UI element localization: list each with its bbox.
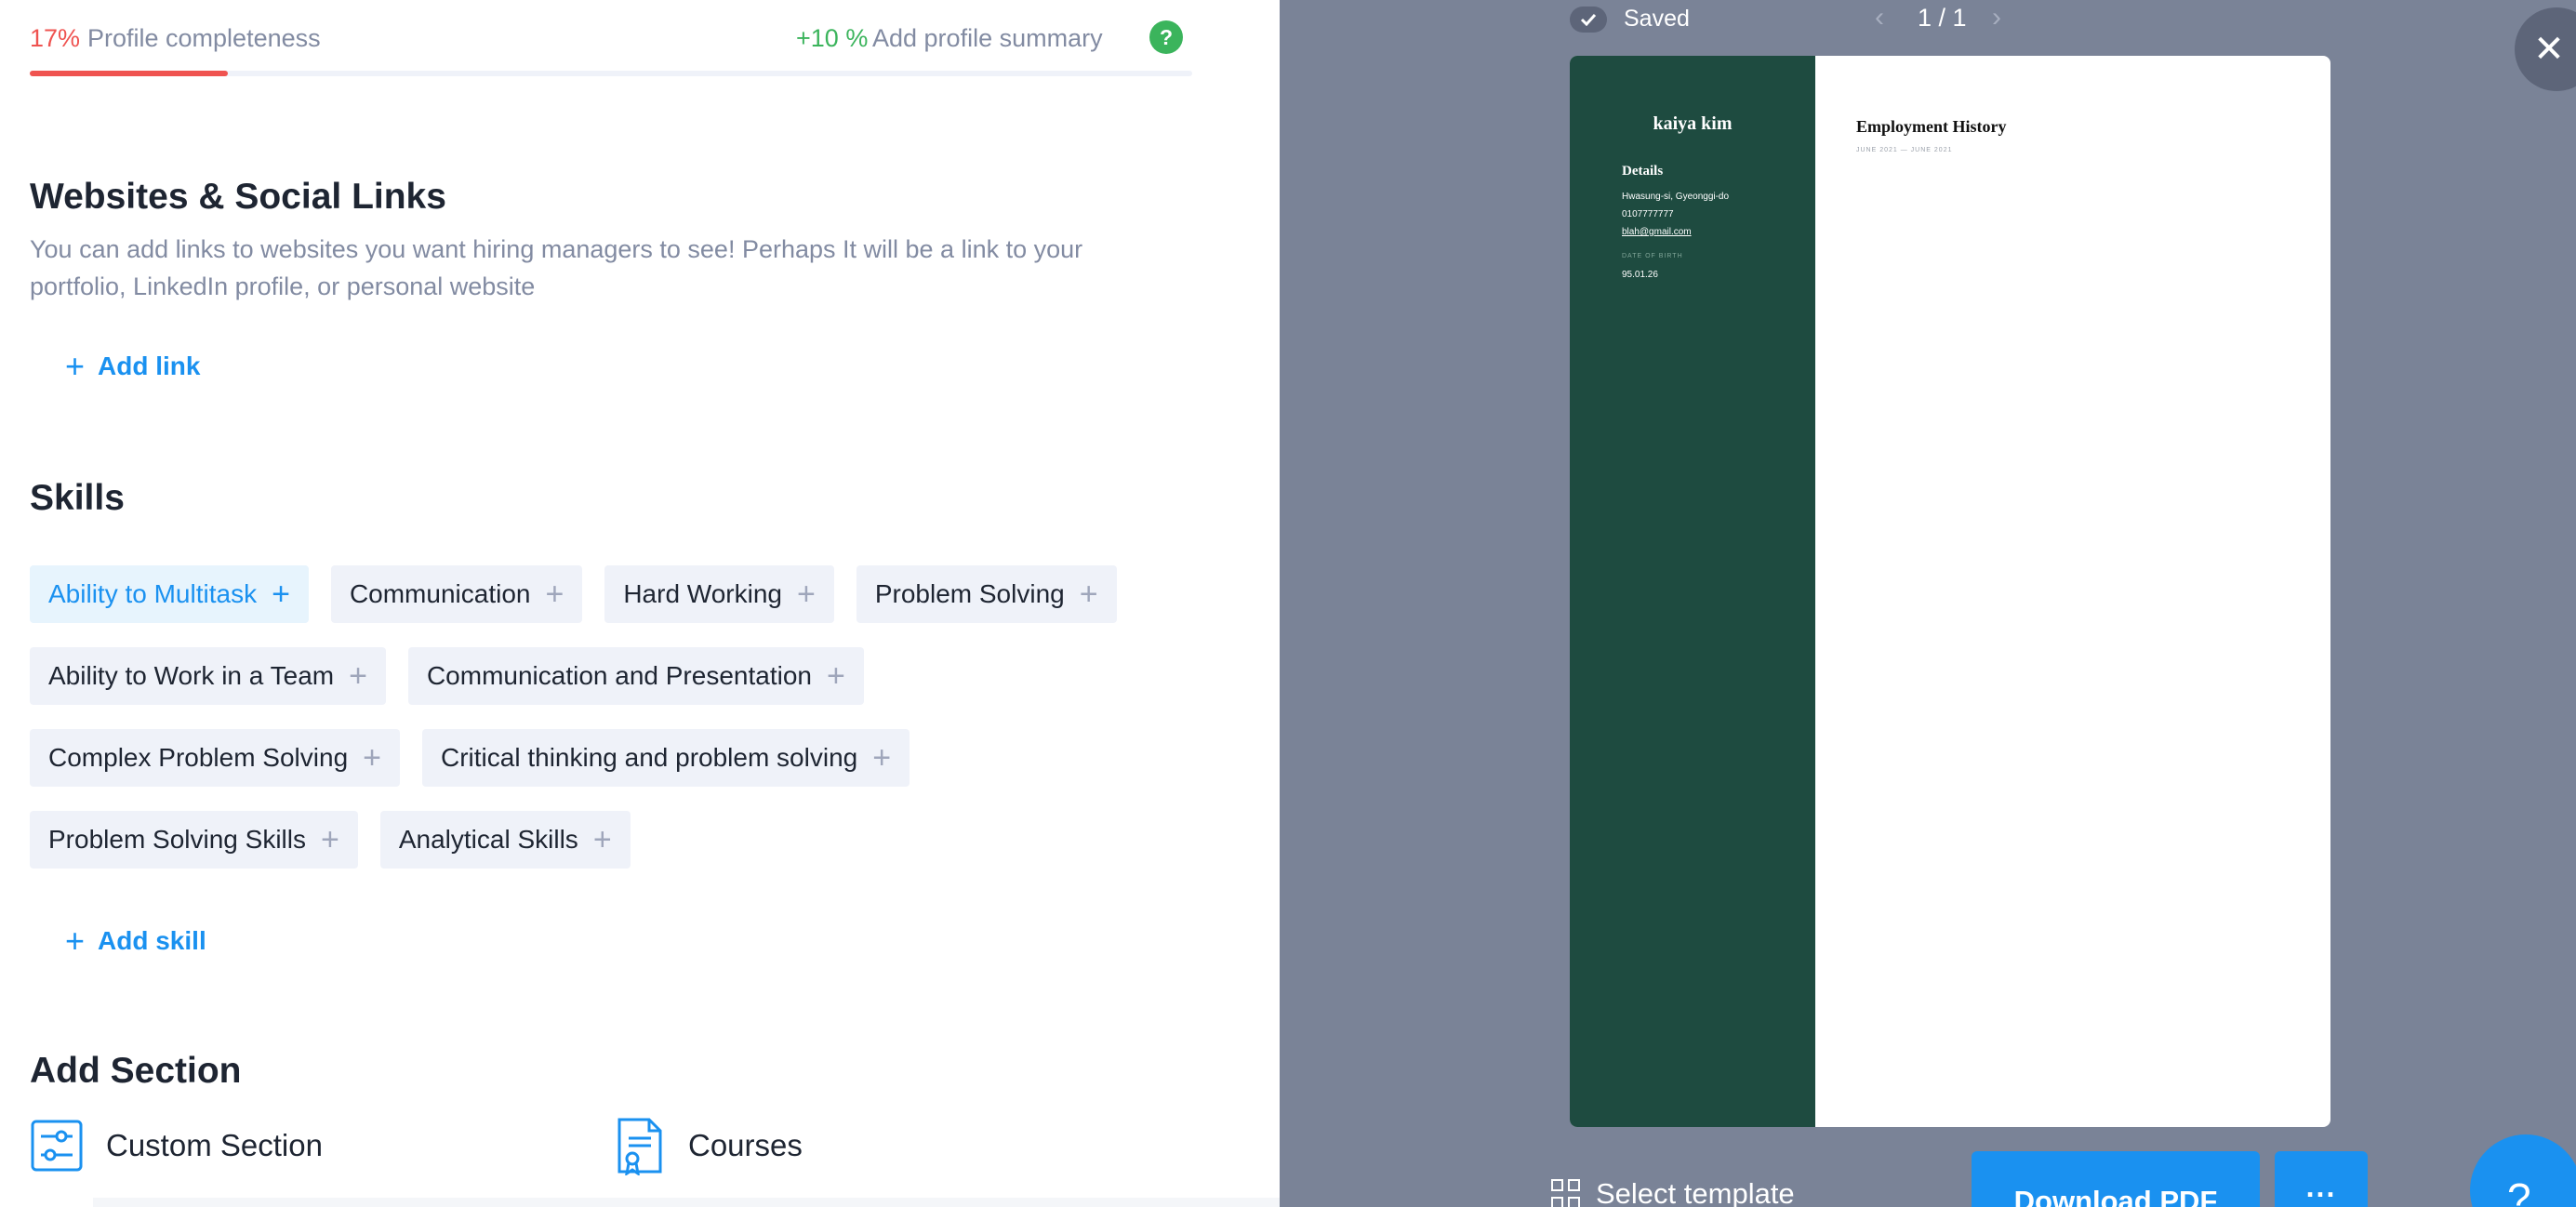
save-status-label: Saved [1624, 6, 1690, 32]
plus-icon: + [65, 922, 86, 960]
resume-dob-label: DATE OF BIRTH [1622, 253, 1683, 259]
page-pager: ‹ 1 / 1 › [1875, 2, 2061, 35]
plus-icon: + [321, 822, 339, 857]
add-link-label: Add link [98, 351, 201, 380]
completeness-track [30, 71, 1192, 76]
resume-editor-panel: 17% Profile completeness +10 % Add profi… [0, 0, 1280, 1207]
add-courses-button[interactable]: Courses [612, 1116, 803, 1175]
custom-section-label: Custom Section [106, 1128, 323, 1162]
plus-icon: + [872, 740, 892, 776]
resume-employment-heading: Employment History [1856, 117, 2007, 136]
add-link-button[interactable]: + Add link [65, 350, 200, 383]
skill-chip-label: Problem Solving [874, 579, 1065, 608]
page-counter: 1 / 1 [1918, 4, 1967, 32]
websites-section-title: Websites & Social Links [30, 177, 446, 217]
skill-chip[interactable]: Complex Problem Solving + [30, 729, 400, 787]
plus-icon: + [592, 822, 612, 857]
skill-chip[interactable]: Ability to Multitask + [30, 565, 309, 623]
resume-dob: 95.01.26 [1622, 270, 1658, 280]
grid-icon [1551, 1179, 1581, 1207]
resume-email: blah@gmail.com [1622, 227, 1692, 237]
profile-completeness-bar: 17% Profile completeness +10 % Add profi… [30, 20, 1192, 58]
sliders-icon [31, 1120, 83, 1172]
resume-sidebar: kaiya kim Details Hwasung-si, Gyeonggi-d… [1570, 56, 1815, 1127]
save-status: Saved [1570, 6, 1690, 33]
completeness-fill [30, 71, 228, 76]
plus-icon: + [796, 577, 816, 612]
resume-details-heading: Details [1622, 164, 1664, 179]
skill-chip-label: Ability to Multitask [48, 579, 258, 608]
skill-row: Ability to Work in a Team + Communication … [30, 647, 1239, 705]
resume-employment-dates: JUNE 2021 — JUNE 2021 [1856, 147, 1953, 153]
select-template-label: Select template [1596, 1177, 1795, 1207]
close-icon[interactable]: ✕ [2515, 7, 2576, 91]
skill-row: Problem Solving Skills + Analytical Skills… [30, 811, 1239, 869]
skill-chip[interactable]: Ability to Work in a Team + [30, 647, 386, 705]
skill-chip[interactable]: Communication + [330, 565, 583, 623]
skills-section-title: Skills [30, 478, 125, 518]
bottom-divider [93, 1198, 1280, 1207]
courses-label: Courses [688, 1128, 803, 1162]
completeness-label: Profile completeness [87, 24, 321, 52]
certificate-document-icon [617, 1118, 662, 1175]
add-skill-button[interactable]: + Add skill [65, 924, 206, 958]
skill-row: Complex Problem Solving + Critical thinkin… [30, 729, 1239, 787]
help-icon[interactable]: ? [1149, 20, 1183, 54]
skill-chip-label: Problem Solving Skills [48, 825, 306, 854]
plus-icon: + [826, 658, 845, 694]
resume-page: kaiya kim Details Hwasung-si, Gyeonggi-d… [1570, 56, 2330, 1127]
add-section-title: Add Section [30, 1051, 242, 1091]
chevron-left-icon[interactable]: ‹ [1875, 2, 1884, 33]
skill-chip-label: Communication and Presentation [426, 661, 812, 690]
resume-main: Employment History JUNE 2021 — JUNE 2021 [1815, 56, 2330, 1127]
skill-chip-label: Complex Problem Solving [48, 743, 349, 772]
skill-chip[interactable]: Problem Solving + [856, 565, 1117, 623]
more-options-button[interactable]: ... [2275, 1151, 2368, 1207]
plus-icon: + [363, 740, 381, 776]
completeness-gain[interactable]: +10 % [796, 24, 868, 53]
skills-suggestions: Ability to Multitask + Communication + Hard … [30, 565, 1239, 893]
skill-chip[interactable]: Communication and Presentation + [407, 647, 864, 705]
skill-chip-label: Hard Working [623, 579, 782, 608]
add-custom-section-button[interactable]: Custom Section [30, 1116, 323, 1175]
skill-chip-label: Ability to Work in a Team [48, 661, 335, 690]
add-section-options: Custom Section Courses [30, 1116, 1239, 1190]
preview-toolbar: Select template Download PDF ... [1280, 1144, 2576, 1207]
download-pdf-button[interactable]: Download PDF [1972, 1151, 2260, 1207]
skill-chip[interactable]: Problem Solving Skills + [30, 811, 358, 869]
skill-row: Ability to Multitask + Communication + Hard … [30, 565, 1239, 623]
plus-icon: + [1079, 577, 1098, 612]
skill-chip[interactable]: Hard Working + [604, 565, 834, 623]
skill-chip[interactable]: Critical thinking and problem solving + [422, 729, 910, 787]
add-skill-label: Add skill [98, 926, 206, 955]
select-template-button[interactable]: Select template [1551, 1177, 1795, 1207]
plus-icon: + [545, 577, 564, 612]
resume-phone: 0107777777 [1622, 209, 1674, 219]
skill-chip-label: Communication [349, 579, 531, 608]
resume-address: Hwasung-si, Gyeonggi-do [1622, 192, 1730, 202]
skill-chip-label: Analytical Skills [398, 825, 578, 854]
plus-icon: + [349, 658, 367, 694]
completeness-percent: 17% [30, 24, 81, 52]
skill-chip[interactable]: Analytical Skills + [379, 811, 631, 869]
plus-icon: + [272, 577, 290, 612]
resume-preview-panel: Saved ‹ 1 / 1 › ✕ kaiya kim Details Hwas… [1280, 0, 2576, 1207]
resume-name: kaiya kim [1653, 113, 1733, 134]
websites-section-description: You can add links to websites you want h… [30, 235, 1083, 300]
add-profile-summary-link[interactable]: Add profile summary [872, 24, 1103, 53]
skill-chip-label: Critical thinking and problem solving [441, 743, 858, 772]
checkmark-icon [1570, 6, 1607, 33]
chevron-right-icon[interactable]: › [1992, 2, 2001, 33]
plus-icon: + [65, 347, 86, 385]
